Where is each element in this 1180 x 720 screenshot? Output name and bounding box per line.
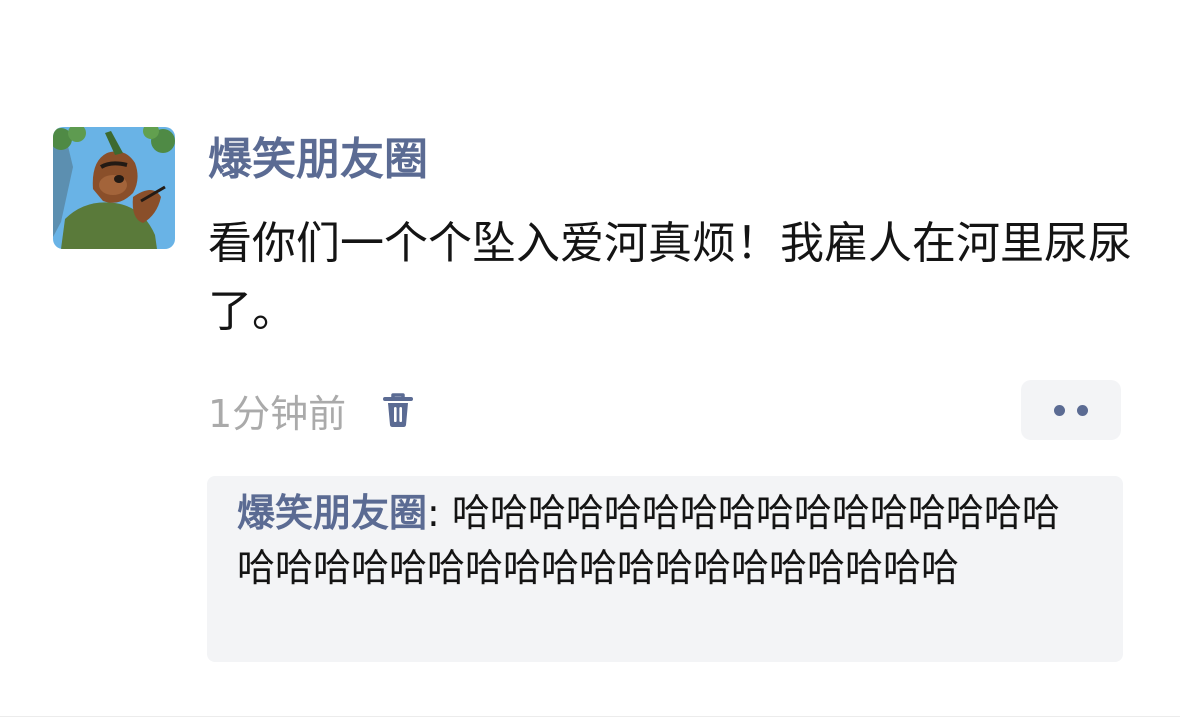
comment-item: 爆笑朋友圈: 哈哈哈哈哈哈哈哈哈哈哈哈哈哈哈哈哈哈哈哈哈哈哈哈哈哈哈哈哈哈哈哈哈… xyxy=(237,486,1093,596)
moments-post: 爆笑朋友圈 看你们一个个坠入爱河真烦！我雇人在河里尿尿了。 1分钟前 爆笑朋友圈… xyxy=(0,0,1180,720)
post-author-name[interactable]: 爆笑朋友圈 xyxy=(208,130,428,190)
comment-author[interactable]: 爆笑朋友圈 xyxy=(237,491,427,535)
post-meta: 1分钟前 xyxy=(208,385,416,436)
post-content: 看你们一个个坠入爱河真烦！我雇人在河里尿尿了。 xyxy=(208,218,1132,337)
cartoon-bear-avatar xyxy=(53,127,175,249)
trash-icon xyxy=(383,393,414,427)
comment-separator: : xyxy=(427,491,452,535)
divider xyxy=(0,716,1180,717)
delete-button[interactable] xyxy=(380,390,416,430)
post-timestamp: 1分钟前 xyxy=(208,391,347,436)
comments-panel: 爆笑朋友圈: 哈哈哈哈哈哈哈哈哈哈哈哈哈哈哈哈哈哈哈哈哈哈哈哈哈哈哈哈哈哈哈哈哈… xyxy=(207,476,1123,662)
more-dots-icon xyxy=(1054,404,1065,416)
more-dots-icon xyxy=(1077,404,1088,416)
more-options-button[interactable] xyxy=(1021,380,1121,440)
avatar[interactable] xyxy=(53,127,175,249)
